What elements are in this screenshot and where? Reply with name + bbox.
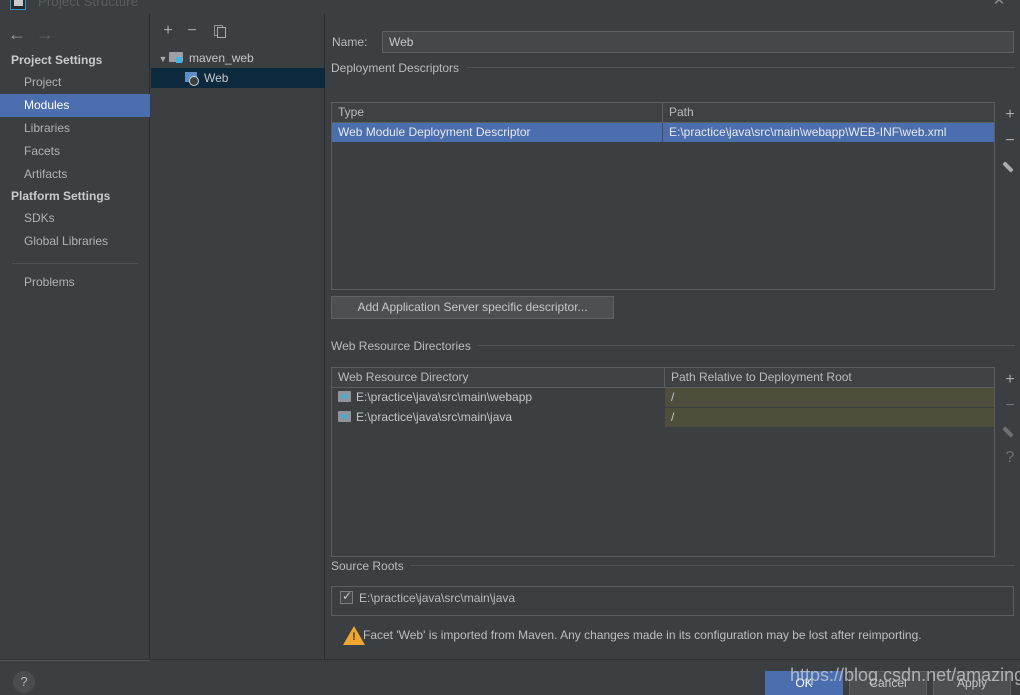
maven-facet-warning: Facet 'Web' is imported from Maven. Any … — [331, 626, 1014, 652]
module-tree: ▼ maven_web Web — [151, 48, 325, 88]
name-row: Name: Web — [332, 31, 1014, 53]
table-row[interactable]: Web Module Deployment Descriptor E:\prac… — [332, 123, 994, 142]
list-item[interactable]: E:\practice\java\src\main\java — [332, 587, 1013, 609]
add-resource-dir-button[interactable]: + — [998, 367, 1020, 393]
source-roots-list[interactable]: E:\practice\java\src\main\java — [331, 586, 1014, 616]
table-row[interactable]: E:\practice\java\src\main\webapp / — [332, 388, 994, 407]
idea-icon — [10, 0, 26, 10]
table-header: Type Path — [332, 103, 994, 123]
window-title: Project Structure — [38, 0, 139, 9]
sidebar-item-sdks[interactable]: SDKs — [0, 207, 150, 230]
source-roots-section-title: Source Roots — [331, 559, 1015, 573]
table-header: Web Resource Directory Path Relative to … — [332, 368, 994, 388]
warning-text: Facet 'Web' is imported from Maven. Any … — [363, 628, 922, 642]
web-resource-directories-section-title: Web Resource Directories — [331, 339, 1015, 353]
copy-module-button[interactable] — [208, 20, 230, 42]
tree-node-maven-web[interactable]: ▼ maven_web — [151, 48, 325, 68]
sidebar-item-project[interactable]: Project — [0, 71, 150, 94]
module-tree-toolbar: + − — [151, 20, 325, 42]
column-header-web-resource-directory[interactable]: Web Resource Directory — [332, 368, 664, 387]
table-row[interactable]: E:\practice\java\src\main\java / — [332, 408, 994, 427]
add-application-server-descriptor-button[interactable]: Add Application Server specific descript… — [331, 296, 614, 319]
sidebar-nav-list: Project Settings Project Modules Librari… — [0, 50, 150, 294]
close-icon[interactable]: ✕ — [990, 0, 1008, 10]
source-root-checkbox[interactable] — [340, 589, 353, 604]
sidebar-group-platform-settings: Platform Settings — [11, 189, 111, 203]
copy-icon — [213, 24, 226, 38]
tree-node-label: maven_web — [189, 51, 254, 65]
module-tree-panel: + − ▼ maven_web Web — [151, 14, 325, 659]
sidebar-item-global-libraries[interactable]: Global Libraries — [0, 230, 150, 253]
web-folder-icon — [338, 411, 351, 422]
sidebar-nav-arrows: ← → — [0, 22, 150, 48]
module-icon — [169, 51, 184, 64]
help-button[interactable]: ? — [13, 671, 35, 693]
sidebar-item-libraries[interactable]: Libraries — [0, 117, 150, 140]
help-resource-dir-button[interactable]: ? — [998, 445, 1020, 471]
section-rule — [466, 61, 1015, 68]
column-header-path[interactable]: Path — [663, 103, 994, 122]
sidebar-group-project-settings: Project Settings — [11, 53, 103, 67]
source-root-label: E:\practice\java\src\main\java — [359, 591, 516, 605]
web-folder-icon — [338, 391, 351, 402]
cell-type: Web Module Deployment Descriptor — [338, 125, 531, 139]
web-resource-directories-table[interactable]: Web Resource Directory Path Relative to … — [331, 367, 995, 557]
pencil-icon — [1004, 425, 1017, 438]
deployment-descriptors-toolbar: + − — [998, 102, 1020, 180]
section-label: Web Resource Directories — [331, 339, 471, 353]
cell-path: E:\practice\java\src\main\webapp\WEB-INF… — [669, 125, 947, 139]
section-rule — [477, 339, 1015, 346]
back-arrow-icon[interactable]: ← — [4, 22, 30, 46]
add-module-button[interactable]: + — [157, 20, 179, 42]
column-header-type[interactable]: Type — [332, 103, 662, 122]
tree-node-label: Web — [204, 71, 229, 85]
settings-sidebar: ← → Project Settings Project Modules Lib… — [0, 14, 150, 659]
facet-settings-panel: Name: Web Deployment Descriptors Type Pa… — [326, 14, 1020, 659]
web-resource-directories-toolbar: + − ? — [998, 367, 1020, 471]
name-label: Name: — [332, 35, 368, 49]
cell-web-resource-directory: E:\practice\java\src\main\java — [332, 408, 664, 427]
cell-text: E:\practice\java\src\main\java — [356, 410, 513, 424]
sidebar-item-artifacts[interactable]: Artifacts — [0, 163, 150, 186]
section-label: Deployment Descriptors — [331, 61, 460, 75]
chevron-down-icon[interactable]: ▼ — [157, 49, 169, 69]
watermark: https://blog.csdn.net/amazinga — [790, 665, 1020, 685]
footer-divider — [0, 660, 150, 661]
project-structure-dialog: Project Structure ✕ ← → Project Settings… — [0, 0, 1020, 695]
deployment-descriptors-section-title: Deployment Descriptors — [331, 61, 1015, 75]
cell-relative-path: / — [665, 408, 994, 427]
sidebar-item-problems[interactable]: Problems — [0, 271, 150, 294]
web-facet-icon — [185, 71, 199, 86]
pencil-icon — [1004, 160, 1017, 173]
edit-descriptor-button[interactable] — [998, 154, 1020, 180]
tree-node-web-facet[interactable]: Web — [151, 68, 325, 88]
title-bar: Project Structure ✕ — [0, 0, 1020, 14]
sidebar-item-modules[interactable]: Modules — [0, 94, 150, 117]
cell-text: E:\practice\java\src\main\webapp — [356, 390, 533, 404]
section-label: Source Roots — [331, 559, 404, 573]
column-header-path-relative[interactable]: Path Relative to Deployment Root — [665, 368, 994, 387]
forward-arrow-icon[interactable]: → — [32, 22, 58, 46]
section-rule — [410, 559, 1015, 566]
add-descriptor-button[interactable]: + — [998, 102, 1020, 128]
sidebar-divider — [12, 263, 138, 264]
cell-web-resource-directory: E:\practice\java\src\main\webapp — [332, 388, 664, 407]
warning-triangle-icon — [343, 626, 365, 645]
sidebar-item-facets[interactable]: Facets — [0, 140, 150, 163]
cell-relative-path: / — [665, 388, 994, 407]
name-input[interactable]: Web — [382, 31, 1014, 53]
remove-module-button[interactable]: − — [181, 20, 203, 42]
remove-resource-dir-button[interactable]: − — [998, 393, 1020, 419]
remove-descriptor-button[interactable]: − — [998, 128, 1020, 154]
deployment-descriptors-table[interactable]: Type Path Web Module Deployment Descript… — [331, 102, 995, 290]
edit-resource-dir-button[interactable] — [998, 419, 1020, 445]
